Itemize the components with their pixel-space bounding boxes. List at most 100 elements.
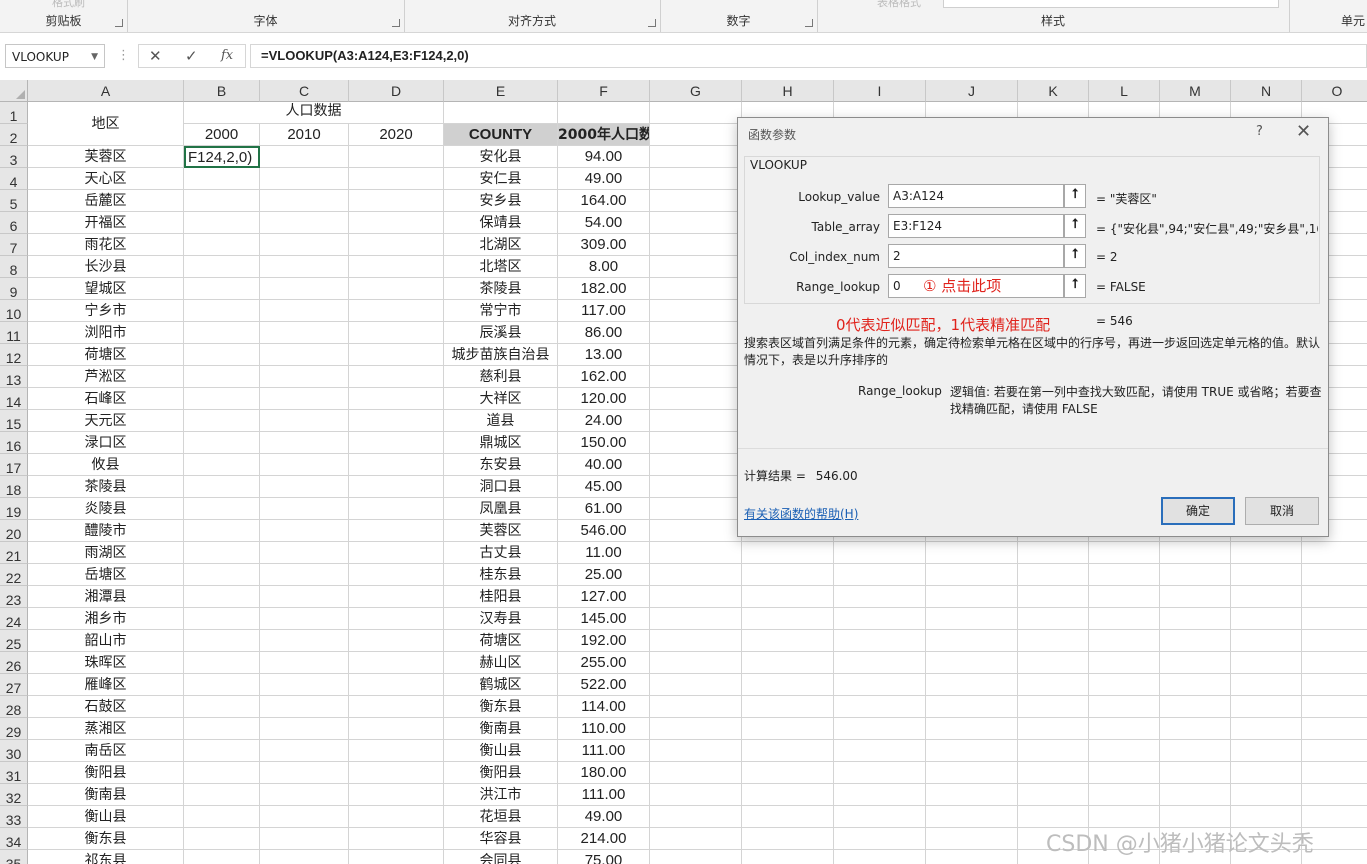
cell-empty[interactable]	[650, 850, 742, 864]
cell-empty[interactable]	[834, 784, 926, 806]
cell-empty[interactable]	[260, 828, 349, 850]
cell-empty[interactable]	[650, 124, 742, 146]
cell-region[interactable]: 开福区	[28, 212, 184, 234]
cell-region[interactable]: 醴陵市	[28, 520, 184, 542]
cell-population[interactable]: 75.00	[558, 850, 650, 864]
cell-county[interactable]: 衡东县	[444, 696, 558, 718]
cancel-icon[interactable]: ✕	[149, 47, 162, 65]
cell-empty[interactable]	[1160, 806, 1231, 828]
cell-empty[interactable]	[184, 322, 260, 344]
cell-empty[interactable]	[834, 542, 926, 564]
cell-empty[interactable]	[926, 784, 1018, 806]
row-header-22[interactable]: 22	[0, 564, 28, 586]
cell-empty[interactable]	[650, 454, 742, 476]
column-header-g[interactable]: G	[650, 80, 742, 102]
cell-county[interactable]: 安化县	[444, 146, 558, 168]
cell-empty[interactable]	[1089, 674, 1160, 696]
cell-empty[interactable]	[926, 608, 1018, 630]
column-header-b[interactable]: B	[184, 80, 260, 102]
cell-region[interactable]: 南岳区	[28, 740, 184, 762]
name-box[interactable]: VLOOKUP ▼	[5, 44, 105, 68]
cell-empty[interactable]	[650, 432, 742, 454]
cell-empty[interactable]	[184, 718, 260, 740]
cell-empty[interactable]	[260, 366, 349, 388]
cell-empty[interactable]	[184, 564, 260, 586]
cell-empty[interactable]	[1160, 630, 1231, 652]
cell-population[interactable]: 110.00	[558, 718, 650, 740]
cell-empty[interactable]	[926, 542, 1018, 564]
column-header-n[interactable]: N	[1231, 80, 1302, 102]
help-icon[interactable]: ?	[1256, 124, 1263, 139]
cell-region[interactable]: 雨花区	[28, 234, 184, 256]
cell-empty[interactable]	[184, 366, 260, 388]
cell-county[interactable]: 花垣县	[444, 806, 558, 828]
cell-region[interactable]: 韶山市	[28, 630, 184, 652]
cell-empty[interactable]	[349, 256, 444, 278]
cell-empty[interactable]	[1302, 806, 1367, 828]
cell-empty[interactable]	[349, 762, 444, 784]
cell-empty[interactable]	[260, 344, 349, 366]
dialog-launcher-icon[interactable]	[648, 19, 656, 27]
cell-empty[interactable]	[184, 652, 260, 674]
cell-empty[interactable]	[926, 696, 1018, 718]
cell-empty[interactable]	[1089, 762, 1160, 784]
cell-empty[interactable]	[349, 740, 444, 762]
cell-region[interactable]: 茶陵县	[28, 476, 184, 498]
cell-region[interactable]: 天元区	[28, 410, 184, 432]
cell-county[interactable]: 保靖县	[444, 212, 558, 234]
cell-empty[interactable]	[834, 696, 926, 718]
cell-county[interactable]: 辰溪县	[444, 322, 558, 344]
cell-empty[interactable]	[184, 498, 260, 520]
cell-empty[interactable]	[184, 520, 260, 542]
cell-population[interactable]: 94.00	[558, 146, 650, 168]
cell-county[interactable]: 衡南县	[444, 718, 558, 740]
select-all-corner[interactable]	[0, 80, 28, 102]
column-header-l[interactable]: L	[1089, 80, 1160, 102]
cell-empty[interactable]	[349, 586, 444, 608]
cell-empty[interactable]	[349, 322, 444, 344]
row-header-1[interactable]: 1	[0, 102, 28, 124]
cell-region[interactable]: 祁东县	[28, 850, 184, 864]
cell-empty[interactable]	[650, 542, 742, 564]
cell-region[interactable]: 浏阳市	[28, 322, 184, 344]
row-header-32[interactable]: 32	[0, 784, 28, 806]
cell-e1[interactable]	[444, 102, 558, 124]
cell-population[interactable]: 86.00	[558, 322, 650, 344]
cell-region[interactable]: 石鼓区	[28, 696, 184, 718]
cell-county[interactable]: 鼎城区	[444, 432, 558, 454]
cell-empty[interactable]	[650, 476, 742, 498]
cell-empty[interactable]	[1089, 740, 1160, 762]
row-header-8[interactable]: 8	[0, 256, 28, 278]
formula-input[interactable]: =VLOOKUP(A3:A124,E3:F124,2,0)	[250, 44, 1367, 68]
cell-empty[interactable]	[1018, 674, 1089, 696]
cell-county[interactable]: 北塔区	[444, 256, 558, 278]
row-header-26[interactable]: 26	[0, 652, 28, 674]
cell-empty[interactable]	[260, 190, 349, 212]
cell-empty[interactable]	[1018, 630, 1089, 652]
cell-empty[interactable]	[1302, 696, 1367, 718]
cell-empty[interactable]	[184, 630, 260, 652]
cell-county[interactable]: 古丈县	[444, 542, 558, 564]
cell-region[interactable]: 雨湖区	[28, 542, 184, 564]
cell-population[interactable]: 164.00	[558, 190, 650, 212]
cell-empty[interactable]	[1160, 740, 1231, 762]
cell-empty[interactable]	[1160, 674, 1231, 696]
cell-empty[interactable]	[1160, 652, 1231, 674]
cell-empty[interactable]	[349, 696, 444, 718]
row-header-28[interactable]: 28	[0, 696, 28, 718]
cell-empty[interactable]	[650, 190, 742, 212]
column-header-j[interactable]: J	[926, 80, 1018, 102]
column-header-m[interactable]: M	[1160, 80, 1231, 102]
cell-empty[interactable]	[349, 190, 444, 212]
cell-empty[interactable]	[926, 564, 1018, 586]
styles-gallery[interactable]	[943, 0, 1279, 8]
cell-population[interactable]: 150.00	[558, 432, 650, 454]
cell-county[interactable]: 常宁市	[444, 300, 558, 322]
cell-empty[interactable]	[260, 498, 349, 520]
cell-empty[interactable]	[260, 806, 349, 828]
cell-empty[interactable]	[349, 806, 444, 828]
cancel-button[interactable]: 取消	[1245, 497, 1319, 525]
cell-empty[interactable]	[1231, 564, 1302, 586]
cell-empty[interactable]	[1018, 586, 1089, 608]
cell-population[interactable]: 54.00	[558, 212, 650, 234]
